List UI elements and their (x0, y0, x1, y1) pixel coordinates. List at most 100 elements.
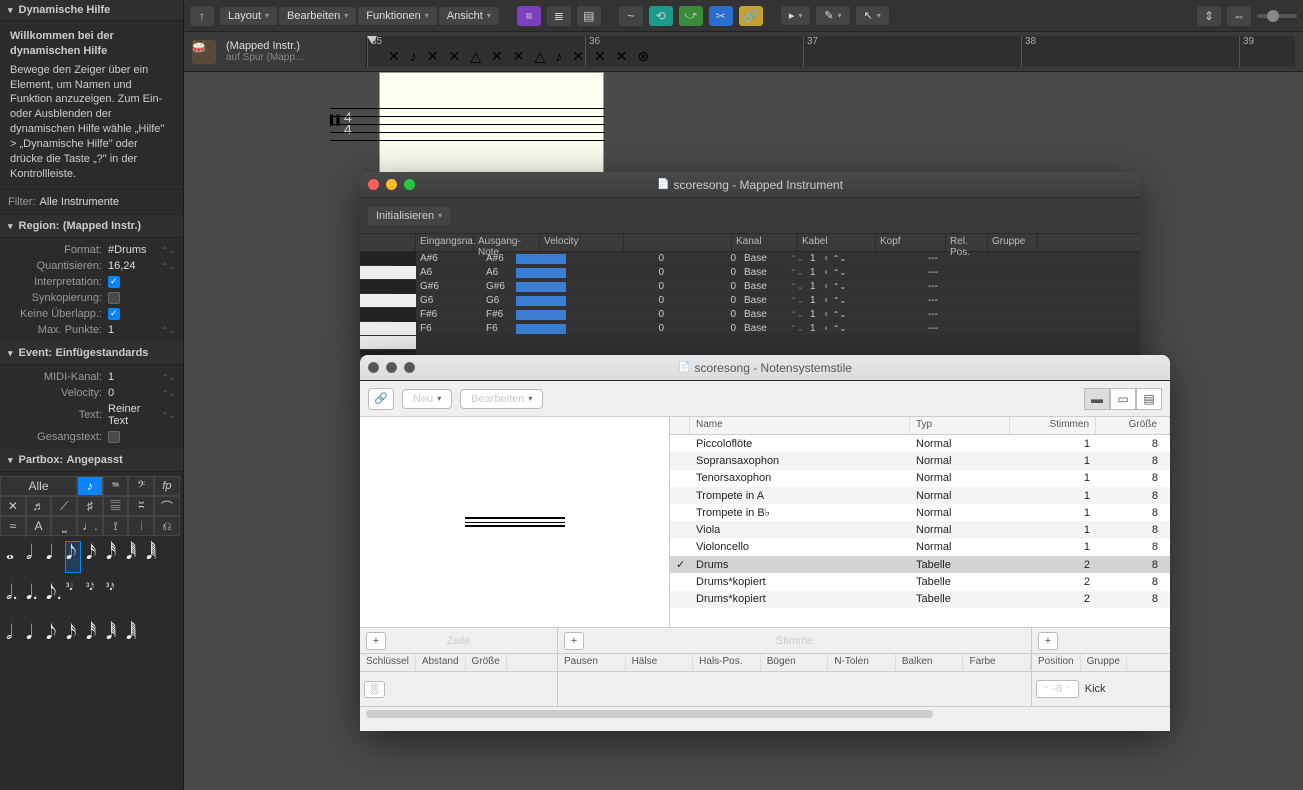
note-glyph-quarter[interactable]: 𝅘𝅥 (46, 542, 60, 572)
region-param[interactable]: Synkopierung: (0, 290, 183, 306)
zoom-slider[interactable] (1257, 14, 1297, 18)
map-col[interactable]: Ausgang-Note (474, 234, 540, 251)
arrow-tool[interactable]: ↖▾ (856, 6, 889, 25)
region-param[interactable]: Max. Punkte:1⌃⌄ (0, 322, 183, 338)
score-region[interactable]: 𝄥44 ✕♪✕ ✕△✕ ✕△♪✕ ✕✕⊗ (379, 72, 604, 180)
view-list[interactable]: ▤ (1136, 388, 1162, 410)
style-row[interactable]: Trompete in B♭Normal18 (670, 504, 1170, 521)
map-row[interactable]: A#6A#600Base⌃⌄1◐ ⌃⌄--- (416, 252, 1140, 266)
partbox-tab-5[interactable]: 𝄚 (103, 496, 129, 516)
add-zeile-button[interactable]: + (366, 632, 386, 650)
style-row[interactable]: Trompete in ANormal18 (670, 487, 1170, 504)
view-mode-2[interactable]: ≣ (547, 6, 571, 26)
style-row[interactable]: TenorsaxophonNormal18 (670, 470, 1170, 487)
assign-group[interactable]: Kick (1085, 683, 1106, 695)
style-row[interactable]: Drums*kopiertTabelle28 (670, 573, 1170, 590)
new-button[interactable]: Neu ▾ (402, 389, 452, 409)
partbox-tab-6[interactable]: ⎶ (128, 496, 154, 516)
menu-bearbeiten[interactable]: Bearbeiten ▾ (279, 7, 356, 25)
note-glyph-r7[interactable]: 𝅘𝅥𝅲 (126, 622, 140, 652)
region-param[interactable]: Keine Überlapp.: (0, 306, 183, 322)
note-glyph-dot1[interactable]: 𝅗𝅥. (6, 582, 20, 612)
partbox-tab-4[interactable]: ♯ (77, 496, 103, 516)
zoom-v[interactable]: ⇕ (1197, 6, 1221, 26)
stimme-col[interactable]: Hals-Pos. (693, 654, 761, 671)
note-glyph-dot3[interactable]: 𝅘𝅥𝅮. (46, 582, 60, 612)
help-header[interactable]: ▾Dynamische Hilfe (0, 0, 183, 21)
note-glyph-r1[interactable]: 𝅗𝅥 (6, 622, 20, 652)
partbox-tab-alle[interactable]: Alle (0, 476, 77, 496)
stimme-col[interactable]: Balken (896, 654, 964, 671)
col-name[interactable]: Name (690, 417, 910, 434)
map-col[interactable]: Gruppe (988, 234, 1038, 251)
map-row[interactable]: G#6G#600Base⌃⌄1◐ ⌃⌄--- (416, 280, 1140, 294)
partbox-tab-clef[interactable]: 𝄢 (128, 476, 154, 496)
view-mode-3[interactable]: ▤ (577, 6, 601, 26)
note-glyph-dot2[interactable]: 𝅘𝅥. (26, 582, 40, 612)
note-glyph-whole[interactable]: 𝅝 (6, 542, 20, 572)
event-param[interactable]: Velocity:0⌃⌄ (0, 385, 183, 401)
minimize-icon[interactable] (386, 362, 397, 373)
close-icon[interactable] (368, 362, 379, 373)
zeile-clef[interactable]: ░ (364, 681, 385, 698)
tool-midi-in[interactable]: ⟲ (649, 6, 673, 26)
map-row[interactable]: F6F600Base⌃⌄1◐ ⌃⌄--- (416, 322, 1140, 336)
tool-snap[interactable]: ✂ (709, 6, 733, 26)
partbox-tab-8[interactable]: ≈ (0, 516, 26, 536)
stimme-col[interactable]: N-Tolen (828, 654, 896, 671)
note-glyph-r5[interactable]: 𝅘𝅥𝅰 (86, 622, 100, 652)
note-glyph-8th[interactable]: 𝅘𝅥𝅮 (66, 542, 80, 572)
note-glyph-128th[interactable]: 𝅘𝅥𝅲 (146, 542, 160, 572)
scrollbar-area[interactable] (360, 706, 1170, 720)
region-param[interactable]: Quantisieren:16,24⌃⌄ (0, 258, 183, 274)
edit-button[interactable]: Bearbeiten ▾ (460, 389, 543, 409)
event-param[interactable]: MIDI-Kanal:1⌃⌄ (0, 369, 183, 385)
partbox-tab-14[interactable]: ⎌ (154, 516, 180, 536)
col-groesse[interactable]: Größe (1096, 417, 1170, 434)
partbox-tab-2[interactable]: ♬ (26, 496, 52, 516)
maximize-icon[interactable] (404, 362, 415, 373)
map-row[interactable]: G6G600Base⌃⌄1◐ ⌃⌄--- (416, 294, 1140, 308)
note-glyph-trip2[interactable]: ³𝅘𝅥𝅮 (86, 582, 100, 612)
col-typ[interactable]: Typ (910, 417, 1010, 434)
zoom-h[interactable]: ⇔ (1227, 6, 1251, 26)
style-row[interactable]: SopransaxophonNormal18 (670, 452, 1170, 469)
map-col[interactable]: Rel. Pos. (946, 234, 988, 251)
map-row[interactable]: F#6F#600Base⌃⌄1◐ ⌃⌄--- (416, 308, 1140, 322)
event-param[interactable]: Text:Reiner Text⌃⌄ (0, 401, 183, 429)
partbox-tab-notes[interactable]: ♪ (77, 476, 103, 496)
partbox-tab-1[interactable]: ✕ (0, 496, 26, 516)
note-glyph-64th[interactable]: 𝅘𝅥𝅱 (126, 542, 140, 572)
assign-col[interactable]: Gruppe (1081, 654, 1127, 671)
stimme-col[interactable]: Farbe (963, 654, 1031, 671)
partbox-tab-7[interactable]: ⌒ (154, 496, 180, 516)
partbox-tab-3[interactable]: ⟋ (51, 496, 77, 516)
zeile-col[interactable]: Schlüssel (360, 654, 416, 671)
map-col[interactable]: Kanal (732, 234, 798, 251)
note-glyph-r6[interactable]: 𝅘𝅥𝅱 (106, 622, 120, 652)
close-icon[interactable] (368, 179, 379, 190)
note-glyph-r3[interactable]: 𝅘𝅥𝅮 (46, 622, 60, 652)
note-glyph-16th[interactable]: 𝅘𝅥𝅯 (86, 542, 100, 572)
map-col[interactable]: Eingangsna. (416, 234, 474, 251)
tool-link[interactable]: 🔗 (739, 6, 763, 26)
playhead-icon[interactable] (367, 36, 377, 44)
pointer-tool[interactable]: ▸▾ (781, 6, 811, 25)
map-col[interactable]: Velocity (540, 234, 624, 251)
col-stimmen[interactable]: Stimmen (1010, 417, 1096, 434)
view-single[interactable]: ▬ (1084, 388, 1110, 410)
window-titlebar[interactable]: 📄scoresong - Mapped Instrument (360, 172, 1140, 198)
styles-list[interactable]: Name Typ Stimmen Größe PiccoloflöteNorma… (670, 417, 1170, 627)
tool-curve[interactable]: ~ (619, 6, 643, 26)
pencil-tool[interactable]: ✎▾ (816, 6, 849, 25)
note-glyph-32nd[interactable]: 𝅘𝅥𝅰 (106, 542, 120, 572)
link-button[interactable]: 🔗 (368, 388, 394, 410)
up-button[interactable]: ↑ (190, 6, 214, 26)
note-glyph-trip1[interactable]: ³𝅘𝅥 (66, 582, 80, 612)
partbox-tab-12[interactable]: ⟟ (103, 516, 129, 536)
initialize-button[interactable]: Initialisieren▾ (368, 207, 450, 225)
style-row[interactable]: PiccoloflöteNormal18 (670, 435, 1170, 452)
add-assign-button[interactable]: + (1038, 632, 1058, 650)
pos-stepper[interactable]: ⌃ -8 ⌃ (1036, 680, 1079, 698)
region-param[interactable]: Interpretation: (0, 274, 183, 290)
